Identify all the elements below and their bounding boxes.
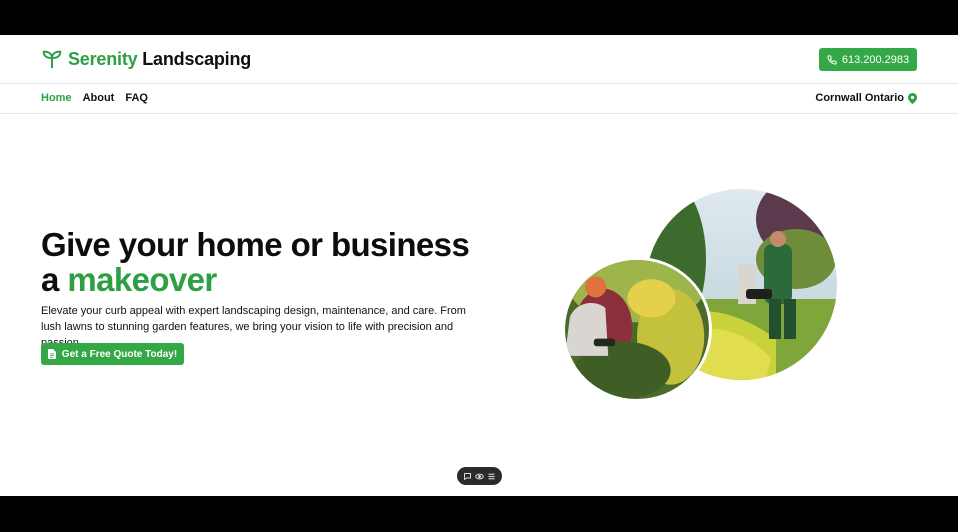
location-label: Cornwall Ontario	[815, 92, 904, 104]
menu-icon[interactable]	[487, 472, 496, 481]
nav-item-faq[interactable]: FAQ	[125, 92, 148, 104]
site-header: Serenity Landscaping 613.200.2983	[0, 35, 958, 84]
gardener-planting-flowers-photo	[562, 257, 712, 402]
map-pin-icon	[908, 92, 917, 104]
brand-logo[interactable]: Serenity Landscaping	[41, 48, 251, 70]
floating-toolbar	[457, 467, 502, 485]
free-quote-button[interactable]: Get a Free Quote Today!	[41, 343, 184, 365]
nav-item-about[interactable]: About	[83, 92, 115, 104]
main-nav: Home About FAQ Cornwall Ontario	[0, 84, 958, 114]
free-quote-label: Get a Free Quote Today!	[61, 348, 178, 360]
phone-button[interactable]: 613.200.2983	[819, 48, 917, 71]
sprout-icon	[42, 50, 62, 69]
hero-title-line1: Give your home or business	[41, 226, 470, 263]
hero-title-highlight: makeover	[67, 261, 217, 298]
browser-viewport: Serenity Landscaping 613.200.2983 Home A…	[0, 35, 958, 496]
brand-name-green: Serenity	[68, 48, 138, 69]
comment-icon[interactable]	[463, 472, 472, 481]
hero-title-prefix: a	[41, 261, 68, 298]
nav-item-home[interactable]: Home	[41, 92, 72, 104]
phone-number: 613.200.2983	[841, 53, 910, 66]
hero-title: Give your home or business a makeover	[41, 226, 470, 298]
location-link[interactable]: Cornwall Ontario	[815, 92, 917, 104]
brand-name-black: Landscaping	[142, 48, 252, 69]
document-icon	[47, 349, 56, 359]
eye-icon[interactable]	[475, 472, 484, 481]
phone-icon	[827, 54, 837, 65]
